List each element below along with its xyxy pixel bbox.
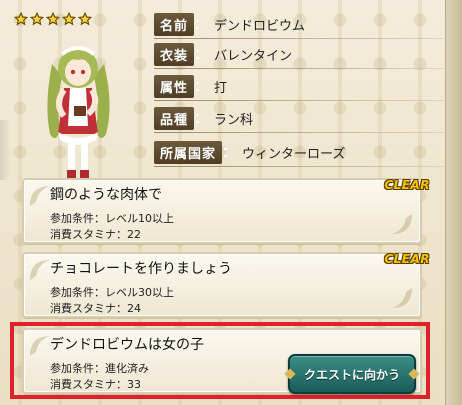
star-icon [14,12,28,26]
star-icon [46,12,60,26]
name-value: デンドロビウム [214,18,306,34]
scroll-track[interactable] [445,0,462,405]
colon: ： [194,17,209,33]
star-icon [30,12,44,26]
ornament-icon [392,214,412,234]
profile-row-costume: 衣装 ： バレンタイン [154,42,292,66]
colon: ： [194,79,209,95]
quest-card[interactable]: 鋼のような肉体で 参加条件：レベル10以上 消費スタミナ：22 CLEAR [22,178,430,244]
attribute-label: 属性 [154,74,195,98]
profile-row-name: 名前 ： デンドロビウム [154,12,305,36]
star-icon [78,12,92,26]
costume-value: バレンタイン [214,48,293,64]
nation-value: ウィンターローズ [242,146,346,162]
colon: ： [222,145,237,161]
ornament-icon [392,288,412,308]
divider [154,100,444,101]
clear-badge: CLEAR [384,252,430,266]
divider [154,38,444,39]
start-quest-label: クエストに向かう [303,367,400,382]
quest-title: チョコレートを作りましょう [50,261,232,277]
left-edge [0,120,10,180]
divider [154,166,444,167]
divider [154,132,444,133]
clear-badge: CLEAR [384,178,430,192]
nation-label: 所属国家 [154,140,223,164]
profile-row-nation: 所属国家 ： ウィンターローズ [154,140,345,164]
breed-value: ラン科 [214,112,254,128]
quest-stamina: 消費スタミナ：24 [50,302,141,315]
profile-row-breed: 品種 ： ラン科 [154,106,253,130]
character-portrait [47,46,110,178]
costume-label: 衣装 [154,42,195,66]
attribute-value: 打 [214,80,228,96]
quest-stamina: 消費スタミナ：22 [50,228,141,241]
rarity-stars [14,12,92,26]
divider [154,68,444,69]
quest-condition: 参加条件：レベル10以上 [50,212,174,225]
profile-row-attribute: 属性 ： 打 [154,74,227,98]
colon: ： [194,111,209,127]
breed-label: 品種 [154,106,195,130]
quest-condition: 参加条件：レベル30以上 [50,286,174,299]
star-icon [62,12,76,26]
name-label: 名前 [154,12,195,36]
start-quest-button[interactable]: クエストに向かう [284,354,420,394]
quest-card[interactable]: チョコレートを作りましょう 参加条件：レベル30以上 消費スタミナ：24 CLE… [22,252,430,318]
colon: ： [194,47,209,63]
quest-title: 鋼のような肉体で [50,187,162,203]
